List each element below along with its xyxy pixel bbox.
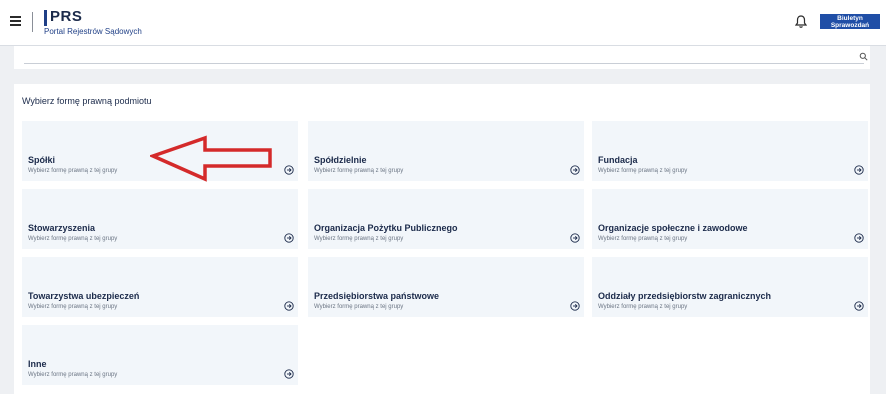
arrow-circle-right-icon[interactable] (284, 233, 294, 243)
tile-subtitle: Wybierz formę prawną z tej grupy (598, 168, 688, 174)
tile-title: Fundacja (598, 155, 638, 165)
logo-accent-bar (44, 10, 47, 26)
tile-title: Przedsiębiorstwa państwowe (314, 291, 440, 301)
tile-title: Oddziały przedsiębiorstw zagranicznych (598, 291, 772, 301)
arrow-circle-right-icon[interactable] (570, 165, 580, 175)
tile-title: Organizacje społeczne i zawodowe (598, 223, 748, 233)
tile-title: Spółki (28, 155, 56, 165)
arrow-circle-right-icon[interactable] (854, 165, 864, 175)
legal-form-tile[interactable]: Fundacja Wybierz formę prawną z tej grupy (592, 121, 868, 181)
tile-title: Towarzystwa ubezpieczeń (28, 291, 140, 301)
tile-subtitle: Wybierz formę prawną z tej grupy (28, 168, 118, 174)
section-title: Wybierz formę prawną podmiotu (22, 96, 152, 106)
tile-subtitle: Wybierz formę prawną z tej grupy (598, 236, 688, 242)
legal-form-tile[interactable]: Inne Wybierz formę prawną z tej grupy (22, 325, 298, 385)
hamburger-menu-icon[interactable] (10, 16, 21, 26)
arrow-circle-right-icon[interactable] (854, 301, 864, 311)
arrow-circle-right-icon[interactable] (854, 233, 864, 243)
bulletin-button[interactable]: Biuletyn Sprawozdań (820, 14, 880, 29)
tile-subtitle: Wybierz formę prawną z tej grupy (598, 304, 688, 310)
bell-icon[interactable] (795, 15, 807, 29)
tile-subtitle: Wybierz formę prawną z tej grupy (314, 168, 404, 174)
legal-form-tile[interactable]: Spółdzielnie Wybierz formę prawną z tej g… (308, 121, 584, 181)
legal-form-tile[interactable]: Przedsiębiorstwa państwowe Wybierz formę … (308, 257, 584, 317)
search-underline (24, 63, 864, 64)
tile-subtitle: Wybierz formę prawną z tej grupy (28, 304, 118, 310)
tile-subtitle: Wybierz formę prawną z tej grupy (28, 372, 118, 378)
legal-form-tile[interactable]: Organizacja Pożytku Publicznego Wybierz f… (308, 189, 584, 249)
arrow-circle-right-icon[interactable] (284, 301, 294, 311)
arrow-circle-right-icon[interactable] (284, 165, 294, 175)
logo-subtitle[interactable]: Portal Rejestrów Sądowych (44, 27, 142, 36)
tile-subtitle: Wybierz formę prawną z tej grupy (28, 236, 118, 242)
tile-title: Spółdzielnie (314, 155, 367, 165)
arrow-circle-right-icon[interactable] (570, 233, 580, 243)
tile-title: Inne (28, 359, 47, 369)
header-divider (32, 12, 33, 32)
legal-form-tile[interactable]: Stowarzyszenia Wybierz formę prawną z tej… (22, 189, 298, 249)
logo-title[interactable]: PRS (50, 8, 82, 25)
arrow-circle-right-icon[interactable] (284, 369, 294, 379)
legal-form-tile[interactable]: Towarzystwa ubezpieczeń Wybierz formę pra… (22, 257, 298, 317)
legal-form-tile[interactable]: Organizacje społeczne i zawodowe Wybierz … (592, 189, 868, 249)
search-icon[interactable] (859, 52, 868, 61)
tile-subtitle: Wybierz formę prawną z tej grupy (314, 304, 404, 310)
tile-title: Organizacja Pożytku Publicznego (314, 223, 458, 233)
search-panel (14, 46, 870, 69)
search-input[interactable] (24, 49, 848, 64)
legal-form-tile[interactable]: Oddziały przedsiębiorstw zagranicznych Wy… (592, 257, 868, 317)
arrow-circle-right-icon[interactable] (570, 301, 580, 311)
top-bar: PRS Portal Rejestrów Sądowych Biuletyn S… (0, 0, 886, 46)
tile-subtitle: Wybierz formę prawną z tej grupy (314, 236, 404, 242)
tile-title: Stowarzyszenia (28, 223, 96, 233)
legal-form-tile[interactable]: Spółki Wybierz formę prawną z tej grupy (22, 121, 298, 181)
